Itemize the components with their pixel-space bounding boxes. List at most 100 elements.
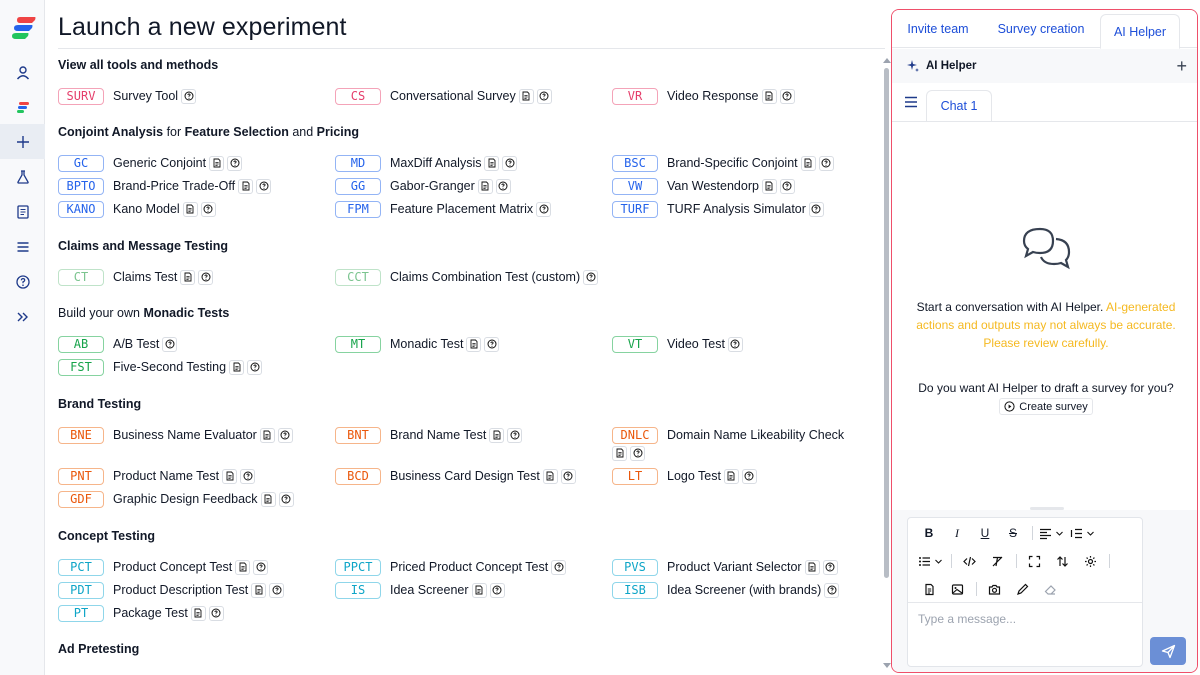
help-icon[interactable] (741, 468, 757, 484)
help-icon[interactable] (502, 155, 518, 171)
tool-ab[interactable]: AB A/B Test (58, 335, 178, 353)
tab-invite-team[interactable]: Invite team (892, 10, 984, 48)
document-icon[interactable] (484, 155, 500, 171)
sort-icon[interactable] (1051, 550, 1073, 572)
tool-bsc[interactable]: BSC Brand-Specific Conjoint (612, 154, 834, 172)
rail-profile[interactable] (0, 55, 45, 90)
help-icon[interactable] (227, 155, 243, 171)
document-icon[interactable] (260, 491, 276, 507)
new-chat-plus-icon[interactable]: + (1176, 56, 1187, 77)
list-dropdown-icon[interactable] (918, 550, 943, 572)
logo-icon[interactable] (8, 14, 38, 42)
bold-icon[interactable]: B (918, 522, 940, 544)
tool-pdt[interactable]: PDT Product Description Test (58, 581, 285, 599)
tool-ppct[interactable]: PPCT Priced Product Concept Test (335, 558, 567, 576)
help-icon[interactable] (269, 582, 285, 598)
tool-lt[interactable]: LT Logo Test (612, 467, 757, 485)
menu-icon[interactable] (904, 96, 918, 108)
document-icon[interactable] (518, 88, 534, 104)
document-icon[interactable] (182, 201, 198, 217)
tool-fpm[interactable]: FPM Feature Placement Matrix (335, 200, 552, 218)
tool-cct[interactable]: CCT Claims Combination Test (custom) (335, 268, 599, 286)
document-icon[interactable] (190, 605, 206, 621)
tool-md[interactable]: MD MaxDiff Analysis (335, 154, 518, 172)
document-icon[interactable] (761, 178, 777, 194)
tool-gg[interactable]: GG Gabor-Granger (335, 177, 511, 195)
help-icon[interactable] (808, 201, 824, 217)
help-icon[interactable] (779, 88, 795, 104)
rail-new[interactable] (0, 124, 45, 159)
camera-icon[interactable] (983, 578, 1005, 600)
document-icon[interactable] (466, 336, 482, 352)
rail-list[interactable] (0, 229, 45, 264)
message-input[interactable] (918, 610, 1132, 628)
tool-gc[interactable]: GC Generic Conjoint (58, 154, 243, 172)
help-icon[interactable] (507, 427, 523, 443)
help-icon[interactable] (200, 201, 216, 217)
help-icon[interactable] (536, 88, 552, 104)
fullscreen-icon[interactable] (1023, 550, 1045, 572)
document-icon[interactable] (761, 88, 777, 104)
help-icon[interactable] (560, 468, 576, 484)
help-icon[interactable] (253, 559, 269, 575)
italic-icon[interactable]: I (946, 522, 968, 544)
help-icon[interactable] (822, 559, 838, 575)
document-icon[interactable] (235, 559, 251, 575)
help-icon[interactable] (630, 445, 645, 461)
tool-ct[interactable]: CT Claims Test (58, 268, 214, 286)
rail-help[interactable] (0, 264, 45, 299)
send-button[interactable] (1150, 637, 1186, 665)
tool-kano[interactable]: KANO Kano Model (58, 200, 216, 218)
tool-bpto[interactable]: BPTO Brand-Price Trade-Off (58, 177, 272, 195)
rail-experiments[interactable] (0, 159, 45, 194)
help-icon[interactable] (277, 427, 293, 443)
scrollbar-thumb[interactable] (884, 68, 889, 578)
help-icon[interactable] (818, 155, 834, 171)
help-icon[interactable] (162, 336, 178, 352)
tool-dnlc[interactable]: DNLC Domain Name Likeability Check (612, 426, 844, 444)
chat-tab-1[interactable]: Chat 1 (926, 90, 992, 122)
create-survey-button[interactable]: Create survey (999, 398, 1093, 416)
rail-expand[interactable] (0, 299, 45, 334)
eraser-icon[interactable] (1039, 578, 1061, 600)
help-icon[interactable] (495, 178, 511, 194)
align-dropdown-icon[interactable] (1039, 522, 1064, 544)
line-height-dropdown-icon[interactable] (1070, 522, 1095, 544)
tool-bcd[interactable]: BCD Business Card Design Test (335, 467, 576, 485)
tool-vr[interactable]: VR Video Response (612, 87, 795, 105)
tool-mt[interactable]: MT Monadic Test (335, 335, 500, 353)
tool-turf[interactable]: TURF TURF Analysis Simulator (612, 200, 824, 218)
help-icon[interactable] (198, 269, 214, 285)
document-icon[interactable] (489, 427, 505, 443)
tool-fst[interactable]: FST Five-Second Testing (58, 358, 263, 376)
tool-surv[interactable]: SURV Survey Tool (58, 87, 197, 105)
tool-pt[interactable]: PT Package Test (58, 604, 224, 622)
tool-pct[interactable]: PCT Product Concept Test (58, 558, 269, 576)
document-icon[interactable] (542, 468, 558, 484)
help-icon[interactable] (247, 359, 263, 375)
help-icon[interactable] (536, 201, 552, 217)
document-icon[interactable] (180, 269, 196, 285)
pen-icon[interactable] (1011, 578, 1033, 600)
help-icon[interactable] (489, 582, 505, 598)
main-scrollbar[interactable] (882, 58, 891, 668)
tool-bne[interactable]: BNE Business Name Evaluator (58, 426, 293, 444)
tab-ai-helper[interactable]: AI Helper (1100, 14, 1180, 49)
clear-format-icon[interactable] (986, 550, 1008, 572)
tab-survey-creation[interactable]: Survey creation (984, 10, 1098, 48)
help-icon[interactable] (181, 88, 197, 104)
document-icon[interactable] (259, 427, 275, 443)
tool-isb[interactable]: ISB Idea Screener (with brands) (612, 581, 840, 599)
help-icon[interactable] (208, 605, 224, 621)
tool-is[interactable]: IS Idea Screener (335, 581, 505, 599)
scroll-up-icon[interactable] (883, 58, 891, 63)
help-icon[interactable] (278, 491, 294, 507)
image-icon[interactable] (946, 578, 968, 600)
help-icon[interactable] (484, 336, 500, 352)
help-icon[interactable] (779, 178, 795, 194)
tool-cs[interactable]: CS Conversational Survey (335, 87, 552, 105)
strikethrough-icon[interactable]: S (1002, 522, 1024, 544)
document-icon[interactable] (251, 582, 267, 598)
help-icon[interactable] (824, 582, 840, 598)
document-icon[interactable] (238, 178, 254, 194)
